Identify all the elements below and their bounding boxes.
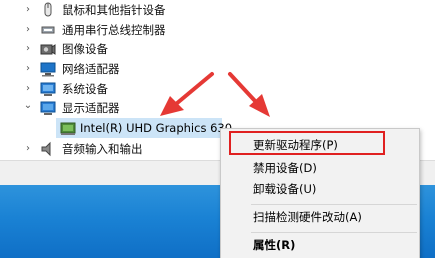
tree-item-label: 音频输入和输出 xyxy=(62,142,143,156)
menu-separator xyxy=(251,232,417,233)
menu-item-disable-device[interactable]: 禁用设备(D) xyxy=(221,157,419,179)
tree-item-label: 网络适配器 xyxy=(62,62,120,76)
chevron-right-icon[interactable]: › xyxy=(22,43,34,55)
tree-item-audio-io[interactable]: › 音频输入和输出 xyxy=(0,139,240,159)
tree-item-intel-uhd-graphics-630[interactable]: Intel(R) UHD Graphics 630 xyxy=(56,118,232,138)
tree-item-mice[interactable]: › 鼠标和其他指针设备 xyxy=(0,0,240,20)
menu-item-scan-hardware-changes[interactable]: 扫描检测硬件改动(A) xyxy=(221,206,419,228)
tree-item-label: 系统设备 xyxy=(62,82,108,96)
tree-item-label: 通用串行总线控制器 xyxy=(62,23,166,37)
menu-item-label: 属性(R) xyxy=(253,238,296,252)
chevron-right-icon[interactable]: › xyxy=(22,24,34,36)
usb-controller-icon xyxy=(40,22,56,38)
menu-item-label: 扫描检测硬件改动(A) xyxy=(253,210,362,224)
chevron-down-icon[interactable]: ⌄ xyxy=(22,100,34,112)
highlight-box xyxy=(229,131,385,155)
tree-item-display-adapters[interactable]: ⌄ 显示适配器 xyxy=(0,98,240,118)
chevron-right-icon[interactable]: › xyxy=(22,143,34,155)
system-device-icon xyxy=(40,81,56,97)
tree-item-label: 显示适配器 xyxy=(62,101,120,115)
menu-item-label: 禁用设备(D) xyxy=(253,161,317,175)
camera-icon xyxy=(40,41,56,57)
menu-separator xyxy=(251,204,417,205)
chevron-right-icon[interactable]: › xyxy=(22,63,34,75)
network-adapter-icon xyxy=(40,61,56,77)
tree-item-network-adapters[interactable]: › 网络适配器 xyxy=(0,59,240,79)
tree-item-label: 鼠标和其他指针设备 xyxy=(62,3,166,17)
mouse-icon xyxy=(40,2,56,18)
tree-item-system-devices[interactable]: › 系统设备 xyxy=(0,79,240,99)
display-adapter-icon xyxy=(60,120,76,136)
speaker-icon xyxy=(40,141,56,157)
tree-item-imaging-devices[interactable]: › 图像设备 xyxy=(0,39,240,59)
menu-item-uninstall-device[interactable]: 卸载设备(U) xyxy=(221,178,419,200)
tree-item-usb-controllers[interactable]: › 通用串行总线控制器 xyxy=(0,20,240,40)
menu-item-properties[interactable]: 属性(R) xyxy=(221,234,419,256)
display-adapter-icon xyxy=(40,100,56,116)
tree-item-label: 图像设备 xyxy=(62,42,108,56)
menu-item-label: 卸载设备(U) xyxy=(253,182,317,196)
tree-item-label: Intel(R) UHD Graphics 630 xyxy=(80,121,233,135)
chevron-right-icon[interactable]: › xyxy=(22,83,34,95)
chevron-right-icon[interactable]: › xyxy=(22,4,34,16)
